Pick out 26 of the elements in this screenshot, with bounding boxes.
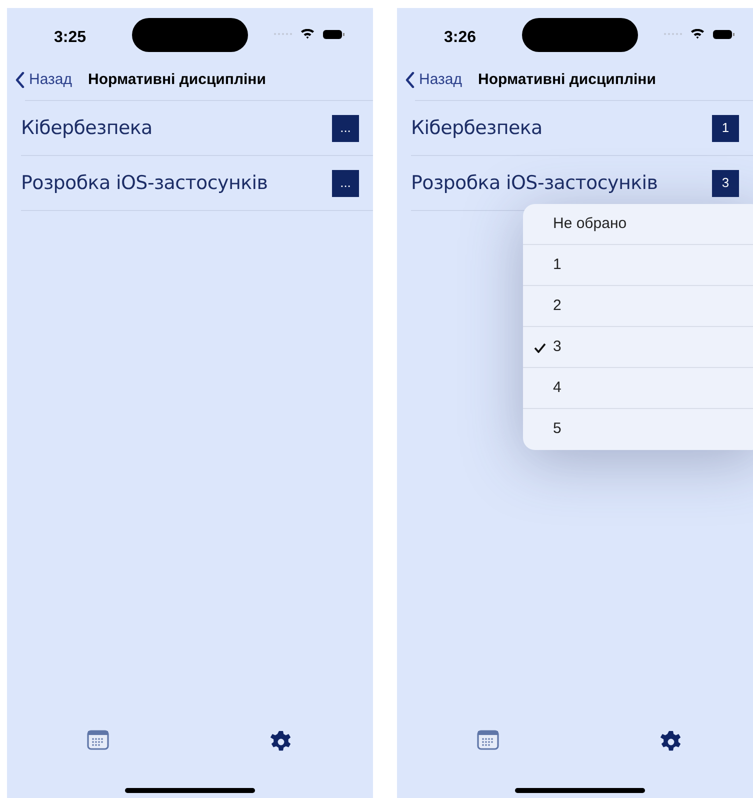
row-title: Кібербезпека [21,116,152,141]
row-title: Розробка iOS-застосунків [21,170,268,196]
back-button[interactable]: Назад [405,68,462,92]
back-button[interactable]: Назад [15,68,72,92]
menu-item[interactable]: 4 [523,368,753,409]
chevron-left-icon [405,72,415,88]
wifi-icon [690,28,705,40]
status-time: 3:26 [444,28,476,48]
status-time: 3:25 [54,28,86,48]
menu-item[interactable]: 5 [523,409,753,450]
wifi-icon [300,28,315,40]
row-title: Розробка iOS-застосунків [411,170,658,196]
menu-item[interactable]: 1 [523,245,753,286]
chevron-left-icon [15,72,25,88]
screen-title: Нормативні дисципліни [478,70,656,90]
screen-title: Нормативні дисципліни [88,70,266,90]
menu-item[interactable]: Не обрано [523,204,753,245]
value-picker-button[interactable]: 3 [712,170,739,196]
menu-item[interactable]: 2 [523,286,753,327]
battery-icon [323,30,345,38]
menu-item[interactable]: 3 [523,327,753,368]
value-picker-button[interactable]: 1 [712,114,739,142]
value-picker-button[interactable]: ... [332,170,359,196]
value-picker-button[interactable]: ... [332,114,359,142]
row-title: Кібербезпека [411,116,542,141]
battery-icon [713,30,735,38]
